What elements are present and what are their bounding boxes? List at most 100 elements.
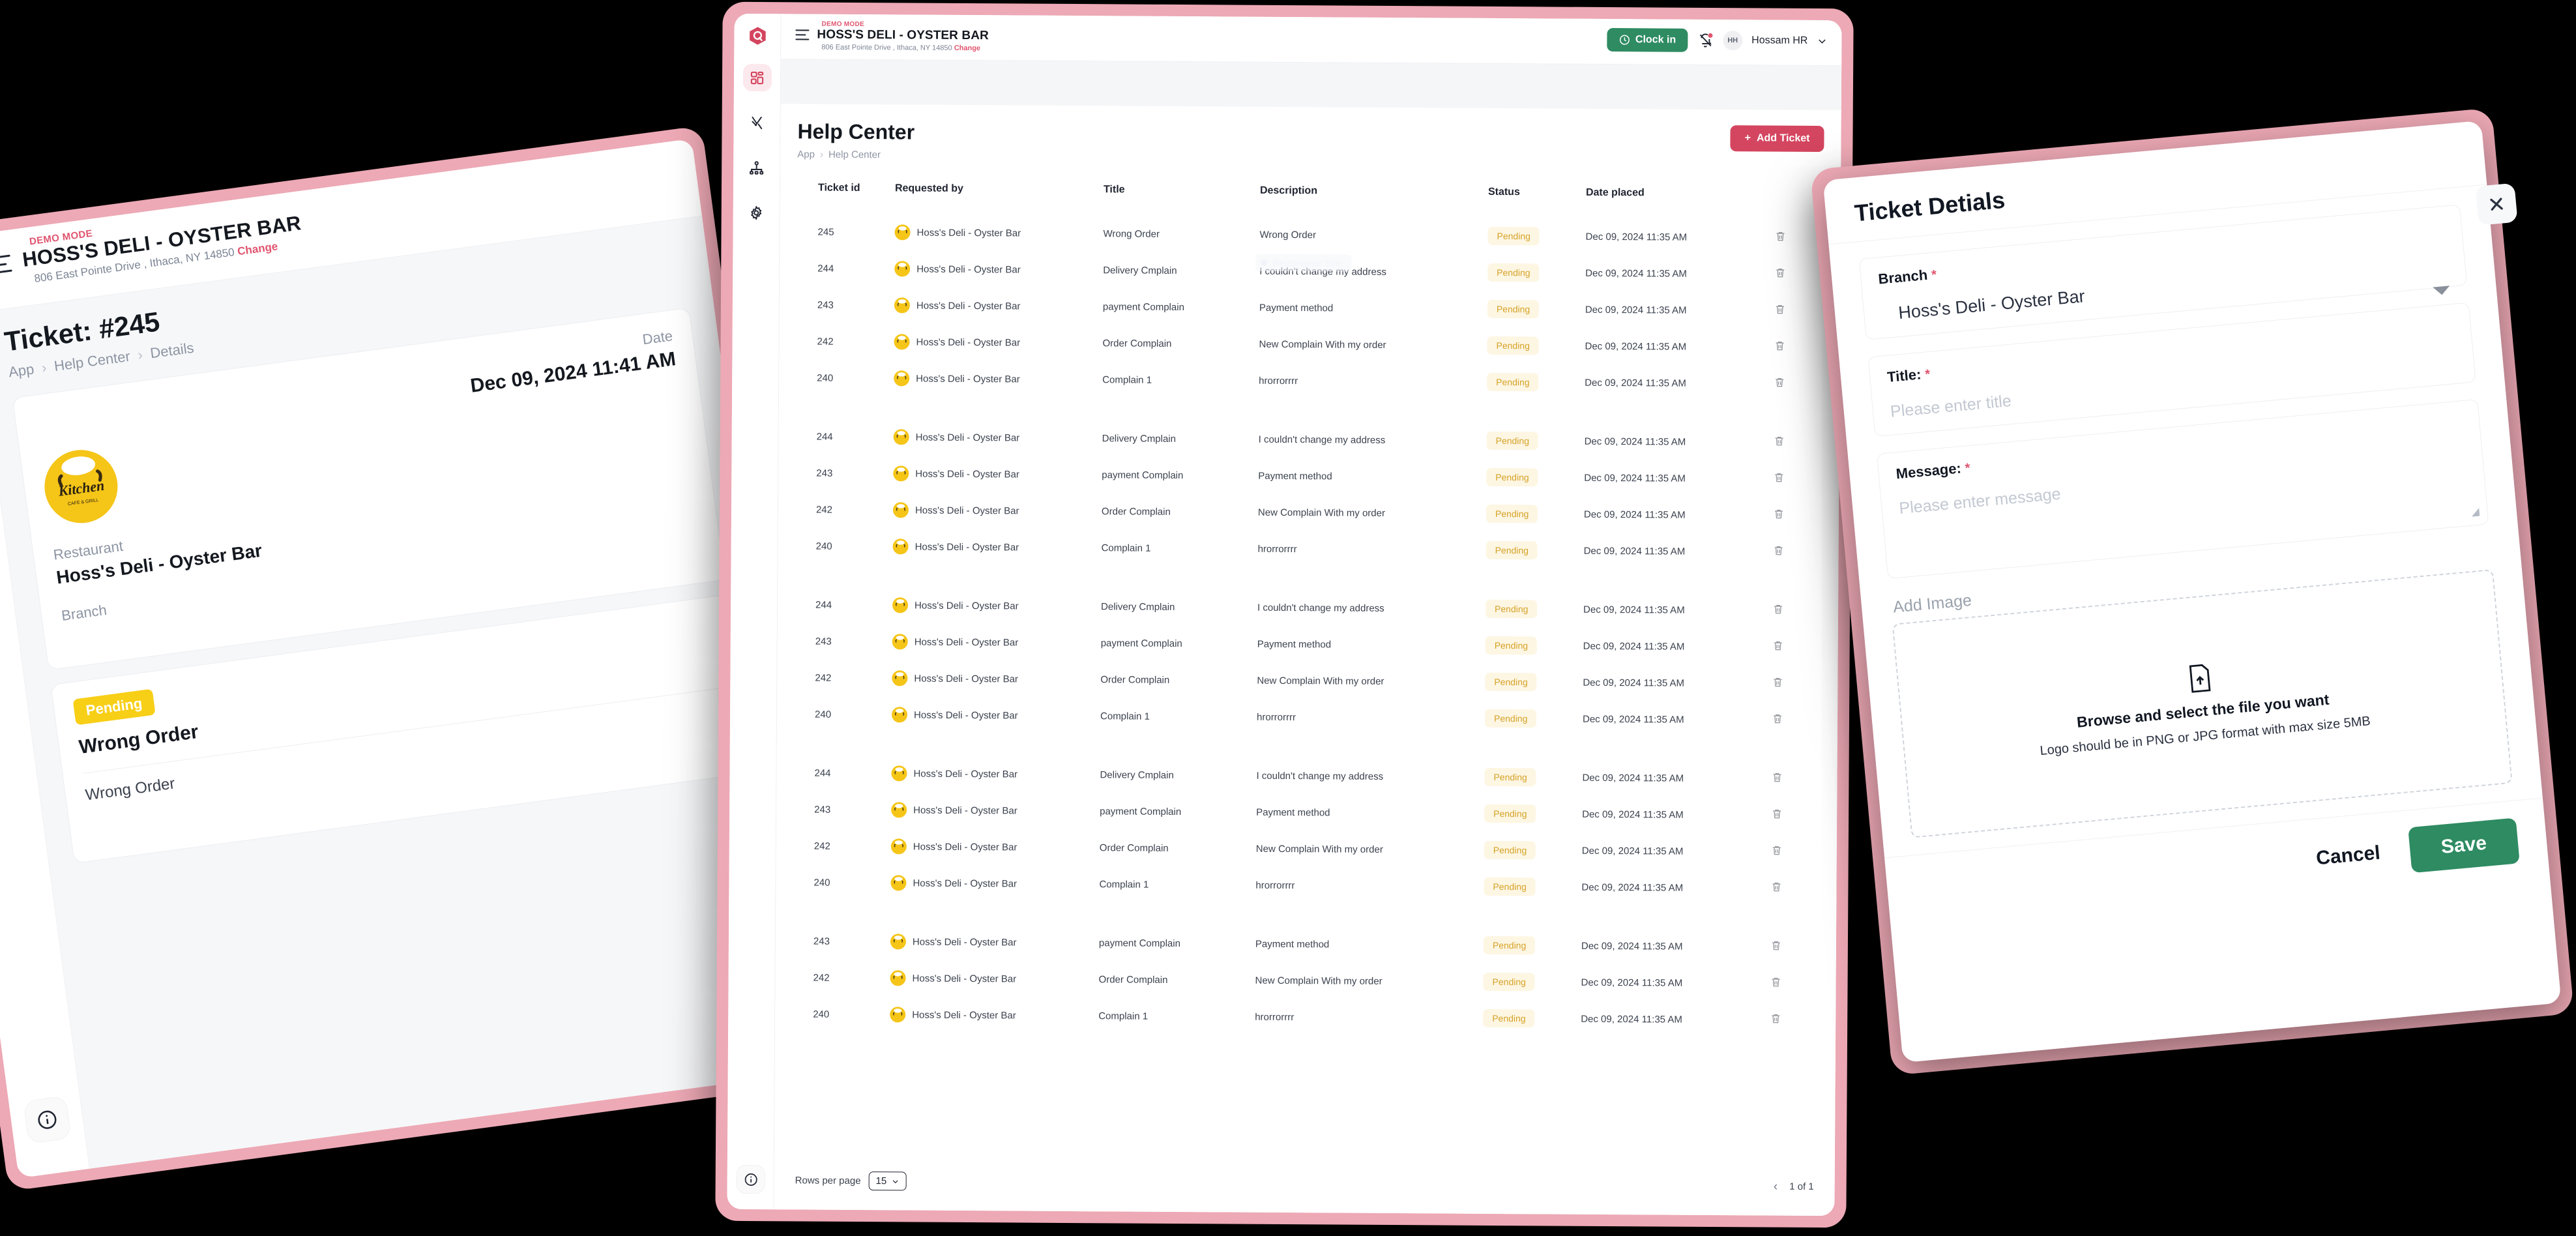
cell-date-placed: Dec 09, 2024 11:35 AM (1583, 628, 1772, 666)
cell-requested-by: Hoss's Deli - Oyster Bar (892, 660, 1100, 698)
cell-status: Pending (1483, 964, 1581, 1001)
cell-actions (1772, 593, 1824, 629)
trash-icon[interactable] (1773, 508, 1785, 520)
table-row[interactable]: 243Hoss's Deli - Oyster Barpayment Compl… (795, 623, 1824, 666)
breadcrumb-item-app[interactable]: App (8, 360, 35, 381)
cell-requested-by: Hoss's Deli - Oyster Bar (893, 455, 1102, 493)
table-row[interactable]: 245Hoss's Deli - Oyster BarWrong OrderWr… (797, 213, 1826, 256)
info-button[interactable] (23, 1096, 71, 1144)
table-row[interactable]: 240Hoss's Deli - Oyster BarComplain 1hro… (793, 864, 1822, 907)
breadcrumb-item-app[interactable]: App (797, 149, 815, 160)
trash-icon[interactable] (1770, 881, 1782, 893)
table-row[interactable]: 240Hoss's Deli - Oyster BarComplain 1hro… (794, 696, 1824, 739)
trash-icon[interactable] (1770, 1013, 1781, 1025)
trash-icon[interactable] (1774, 267, 1786, 279)
table-row[interactable]: 244Hoss's Deli - Oyster BarDelivery Cmpl… (793, 754, 1823, 797)
cell-status: Pending (1486, 422, 1584, 460)
table-row[interactable]: 242Hoss's Deli - Oyster BarOrder Complai… (792, 959, 1822, 1002)
status-badge: Pending (1483, 1009, 1535, 1027)
resize-handle-icon[interactable]: ◢ (2471, 505, 2480, 519)
trash-icon[interactable] (1772, 604, 1784, 615)
rows-per-page-select[interactable]: 15 (868, 1171, 906, 1190)
trash-icon[interactable] (1772, 640, 1784, 652)
trash-icon[interactable] (1771, 845, 1783, 857)
restaurant-logo-icon (894, 370, 909, 386)
trash-icon[interactable] (1774, 435, 1785, 447)
trash-icon[interactable] (1772, 713, 1783, 725)
trash-icon[interactable] (1773, 472, 1785, 484)
title-label-text: Title: (1886, 366, 1922, 385)
table-row[interactable]: 242Hoss's Deli - Oyster BarOrder Complai… (796, 323, 1826, 366)
cell-status: Pending (1487, 218, 1585, 255)
prev-page-button[interactable]: ‹ (1774, 1179, 1778, 1194)
chevron-down-icon[interactable] (2433, 286, 2450, 295)
trash-icon[interactable] (1774, 340, 1785, 352)
save-button[interactable]: Save (2408, 817, 2520, 873)
table-row[interactable]: 243Hoss's Deli - Oyster Barpayment Compl… (793, 922, 1822, 965)
trash-icon[interactable] (1774, 377, 1785, 389)
cell-status: Pending (1486, 495, 1584, 533)
cancel-button[interactable]: Cancel (2315, 842, 2381, 870)
trash-icon[interactable] (1771, 772, 1783, 784)
modal-body: Branch * Hoss's Deli - Oyster Bar Title:… (1828, 184, 2541, 840)
hamburger-menu-icon[interactable] (0, 255, 12, 274)
column-header-ticket-id[interactable]: Ticket id (797, 182, 895, 214)
table-row[interactable]: 243Hoss's Deli - Oyster Barpayment Compl… (793, 791, 1823, 834)
table-row[interactable]: 240Hoss's Deli - Oyster BarComplain 1hro… (796, 359, 1826, 402)
table-row[interactable]: 244Hoss's Deli - Oyster BarDelivery Cmpl… (795, 418, 1825, 461)
close-button[interactable] (2475, 183, 2517, 226)
table-row[interactable]: 244Hoss's Deli - Oyster BarDelivery Cmpl… (795, 586, 1824, 629)
cell-ticket-id: 243 (797, 286, 894, 323)
trash-icon[interactable] (1772, 677, 1783, 688)
trash-icon[interactable] (1775, 231, 1787, 243)
info-button[interactable] (737, 1165, 765, 1194)
cell-description: hrorrorrrr (1255, 999, 1483, 1037)
table-row[interactable]: 240Hoss's Deli - Oyster BarComplain 1hro… (795, 527, 1824, 570)
sidebar-item-menu[interactable] (742, 109, 771, 136)
cell-requested-by-text: Hoss's Deli - Oyster Bar (915, 468, 1019, 480)
restaurant-logo-icon (892, 597, 908, 613)
table-row[interactable]: 242Hoss's Deli - Oyster BarOrder Complai… (793, 827, 1823, 870)
restaurant-logo-icon (892, 670, 907, 686)
image-dropzone[interactable]: Browse and select the file you want Logo… (1892, 569, 2513, 838)
chevron-down-icon[interactable] (1817, 36, 1827, 46)
table-footer: Rows per page 15 ‹ 1 of 1 (791, 1156, 1817, 1216)
table-row[interactable]: 240Hoss's Deli - Oyster BarComplain 1hro… (792, 995, 1822, 1038)
status-badge: Pending (1486, 600, 1538, 618)
restaurant-logo-icon (892, 707, 907, 722)
table-row[interactable]: 243Hoss's Deli - Oyster Barpayment Compl… (795, 454, 1825, 497)
column-header-status[interactable]: Status (1488, 186, 1586, 218)
center-sidebar (727, 14, 781, 1209)
breadcrumb-item-help-center[interactable]: Help Center (53, 348, 131, 375)
breadcrumb-item-help-center: Help Center (828, 149, 881, 160)
sidebar-item-dashboard[interactable] (742, 64, 771, 91)
trash-icon[interactable] (1773, 545, 1785, 557)
sidebar-item-settings[interactable] (742, 199, 770, 226)
sidebar-item-branches[interactable] (742, 154, 771, 181)
change-branch-link[interactable]: Change (954, 44, 980, 52)
cell-title: payment Complain (1101, 625, 1257, 662)
hamburger-menu-icon[interactable] (795, 29, 809, 40)
notification-dot (1708, 33, 1712, 38)
clock-in-button[interactable]: Clock in (1607, 28, 1688, 52)
add-ticket-button[interactable]: + Add Ticket (1731, 125, 1824, 152)
restaurant-logo-icon (891, 838, 907, 854)
close-icon (2486, 194, 2508, 215)
column-header-title[interactable]: Title (1104, 184, 1260, 216)
notifications-button[interactable] (1697, 32, 1714, 49)
table-row[interactable]: 242Hoss's Deli - Oyster BarOrder Complai… (795, 491, 1825, 534)
trash-icon[interactable] (1770, 977, 1782, 988)
trash-icon[interactable] (1771, 808, 1783, 820)
user-name[interactable]: Hossam HR (1751, 35, 1808, 47)
column-header-description[interactable]: Description (1260, 185, 1488, 218)
ticket-details-window: DEMO MODE HOSS'S DELI - OYSTER BAR 806 E… (0, 126, 829, 1192)
change-branch-link[interactable]: Change (237, 240, 278, 258)
table-row[interactable]: 243Hoss's Deli - Oyster Barpayment Compl… (797, 286, 1826, 329)
column-header-date-placed[interactable]: Date placed (1586, 187, 1775, 220)
cell-title: Delivery Cmplain (1100, 756, 1256, 793)
trash-icon[interactable] (1774, 304, 1786, 316)
trash-icon[interactable] (1770, 940, 1782, 952)
table-row[interactable]: 242Hoss's Deli - Oyster BarOrder Complai… (794, 659, 1824, 702)
cell-requested-by-text: Hoss's Deli - Oyster Bar (913, 973, 1017, 984)
column-header-requested-by[interactable]: Requested by (895, 183, 1104, 215)
